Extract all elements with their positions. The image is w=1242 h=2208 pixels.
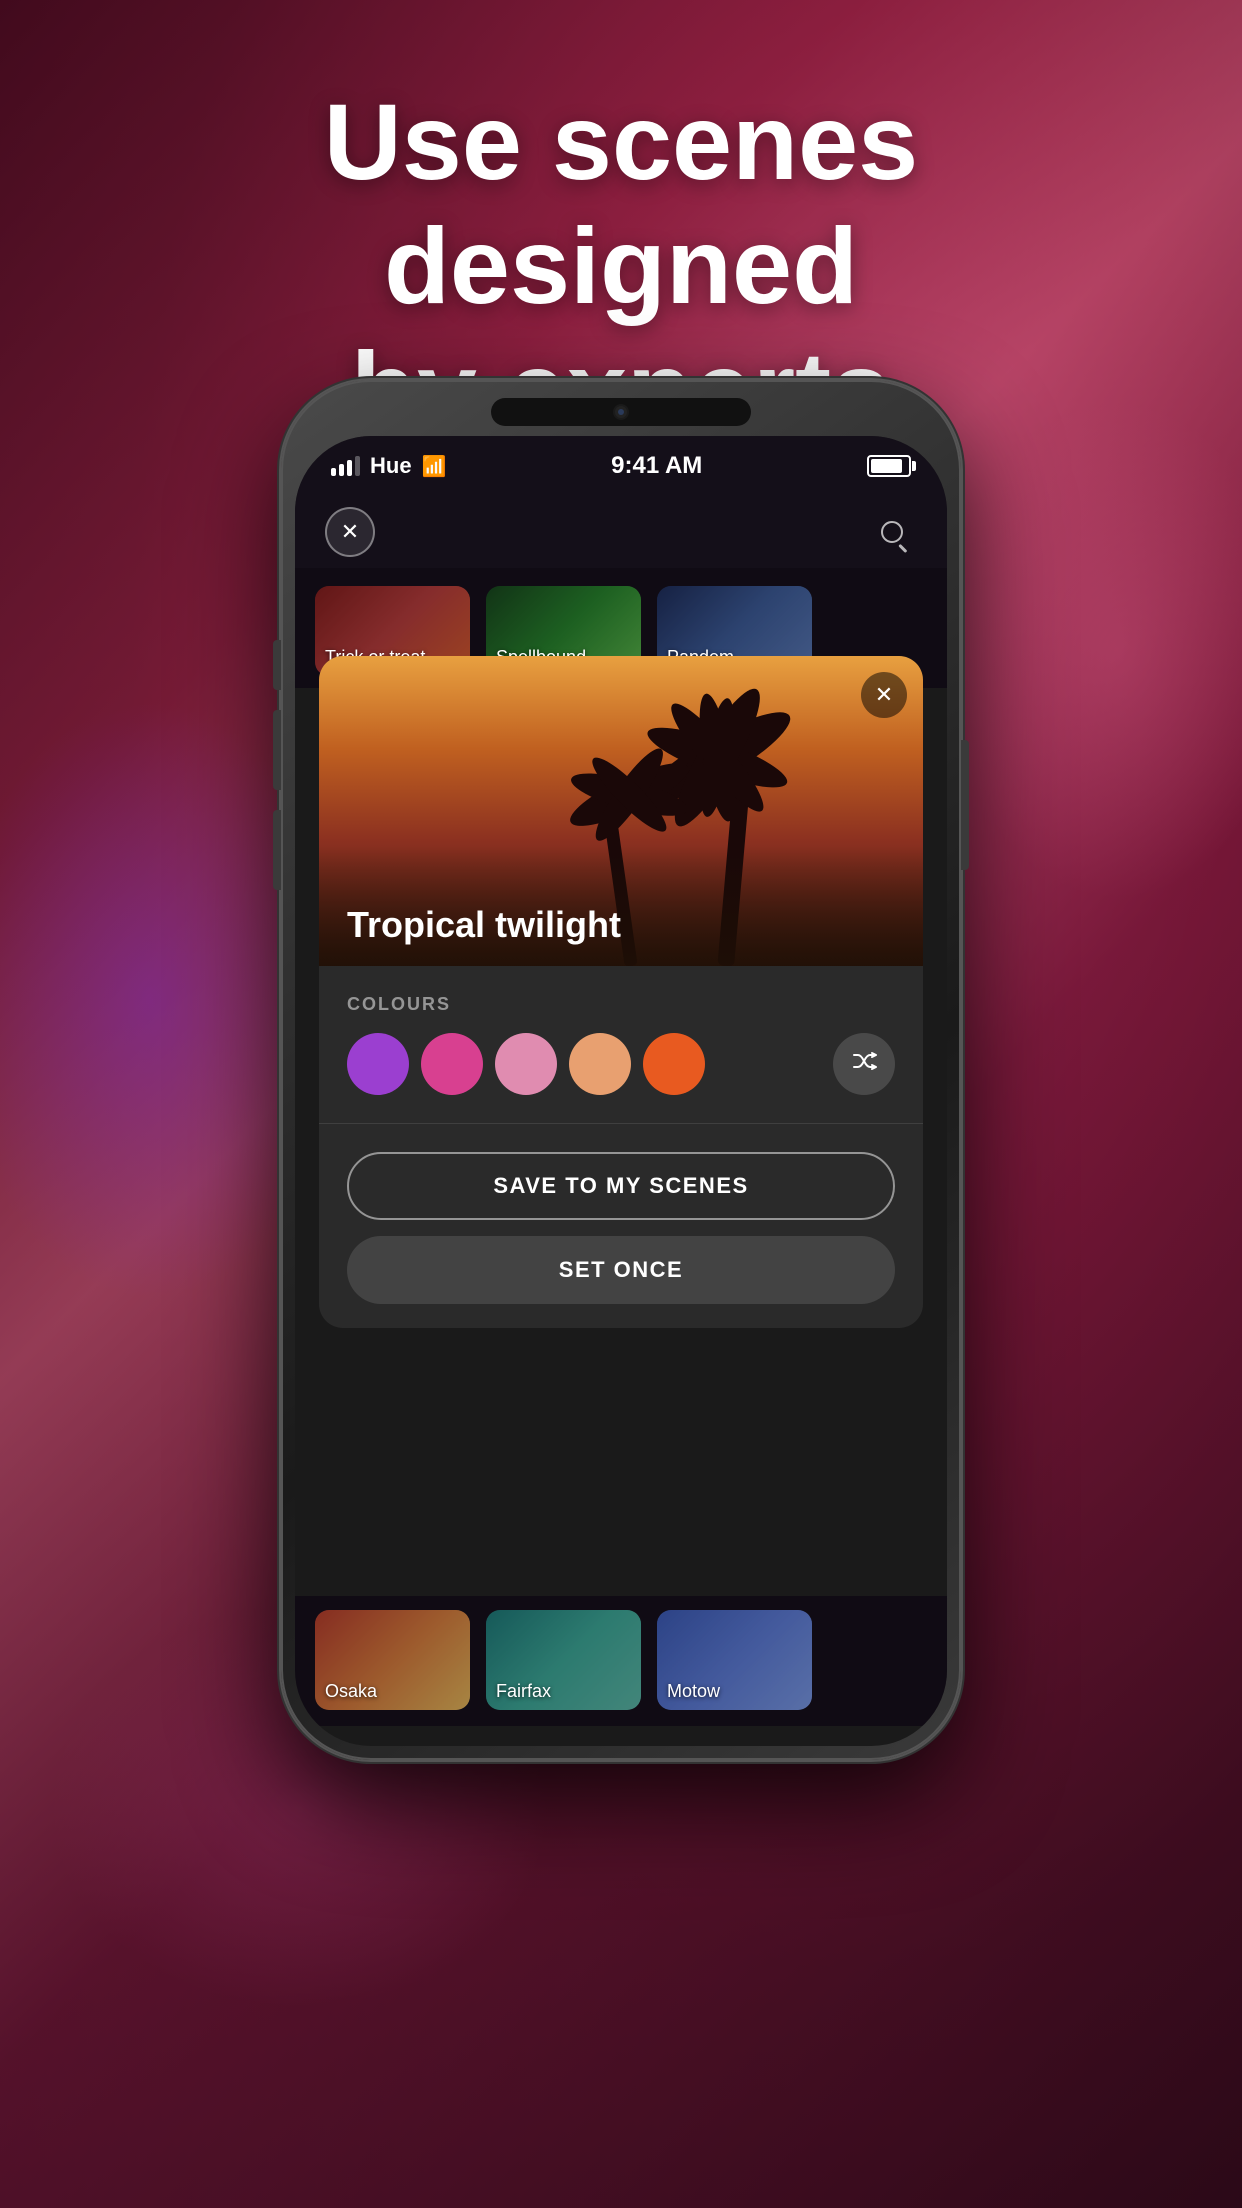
colour-swatch-peach[interactable] [569, 1033, 631, 1095]
signal-bar-4 [355, 456, 360, 476]
modal-divider [319, 1123, 923, 1124]
header-close-button[interactable]: ✕ [325, 507, 375, 557]
search-icon [881, 521, 903, 543]
shuffle-button[interactable] [833, 1033, 895, 1095]
phone-mute-button [273, 640, 281, 690]
scene-label-fairfax: Fairfax [496, 1681, 551, 1702]
status-time: 9:41 AM [611, 452, 702, 480]
modal-scene-image: Tropical twilight ✕ [319, 656, 923, 966]
status-right [867, 455, 911, 477]
colour-swatch-purple[interactable] [347, 1033, 409, 1095]
signal-bar-2 [339, 464, 344, 476]
modal-close-button[interactable]: ✕ [861, 672, 907, 718]
colours-section: COLOURS [319, 966, 923, 1115]
header-search-button[interactable] [867, 507, 917, 557]
scene-thumb-fairfax[interactable]: Fairfax [486, 1610, 641, 1710]
colour-swatch-pink-hot[interactable] [421, 1033, 483, 1095]
phone-notch [491, 398, 751, 426]
signal-icon [331, 456, 360, 476]
action-buttons: SAVE TO MY SCENES SET ONCE [319, 1132, 923, 1328]
phone-volume-down-button [273, 810, 281, 890]
battery-fill [871, 459, 902, 473]
modal-scene-title: Tropical twilight [347, 904, 621, 946]
wifi-icon: 📶 [422, 454, 447, 479]
shuffle-icon [850, 1047, 878, 1082]
colour-swatch-orange[interactable] [643, 1033, 705, 1095]
close-icon: ✕ [341, 519, 359, 545]
status-bar: Hue 📶 9:41 AM [295, 436, 947, 496]
app-header: ✕ [295, 496, 947, 568]
phone-camera [613, 404, 629, 420]
scene-label-osaka: Osaka [325, 1681, 377, 1702]
scene-detail-modal: Tropical twilight ✕ COLOURS [319, 656, 923, 1328]
bottom-scene-strip: Osaka Fairfax Motow [295, 1596, 947, 1726]
scene-thumb-motown[interactable]: Motow [657, 1610, 812, 1710]
phone-screen: Hue 📶 9:41 AM ✕ [295, 436, 947, 1746]
modal-close-icon: ✕ [875, 682, 893, 708]
signal-bar-1 [331, 468, 336, 476]
scene-label-motown: Motow [667, 1681, 720, 1702]
carrier-name: Hue [370, 453, 412, 479]
signal-bar-3 [347, 460, 352, 476]
colour-swatch-pink-light[interactable] [495, 1033, 557, 1095]
phone-power-button [961, 740, 969, 870]
colour-swatches [347, 1033, 705, 1095]
set-once-button[interactable]: SET ONCE [347, 1236, 895, 1304]
phone-mockup: Hue 📶 9:41 AM ✕ [281, 380, 961, 1760]
phone-volume-up-button [273, 710, 281, 790]
phone-frame: Hue 📶 9:41 AM ✕ [281, 380, 961, 1760]
save-to-my-scenes-button[interactable]: SAVE TO MY SCENES [347, 1152, 895, 1220]
colours-row [347, 1033, 895, 1095]
status-left: Hue 📶 [331, 453, 446, 479]
ambient-light-right [942, 400, 1242, 900]
colours-label: COLOURS [347, 994, 895, 1015]
scene-thumb-osaka[interactable]: Osaka [315, 1610, 470, 1710]
battery-icon [867, 455, 911, 477]
